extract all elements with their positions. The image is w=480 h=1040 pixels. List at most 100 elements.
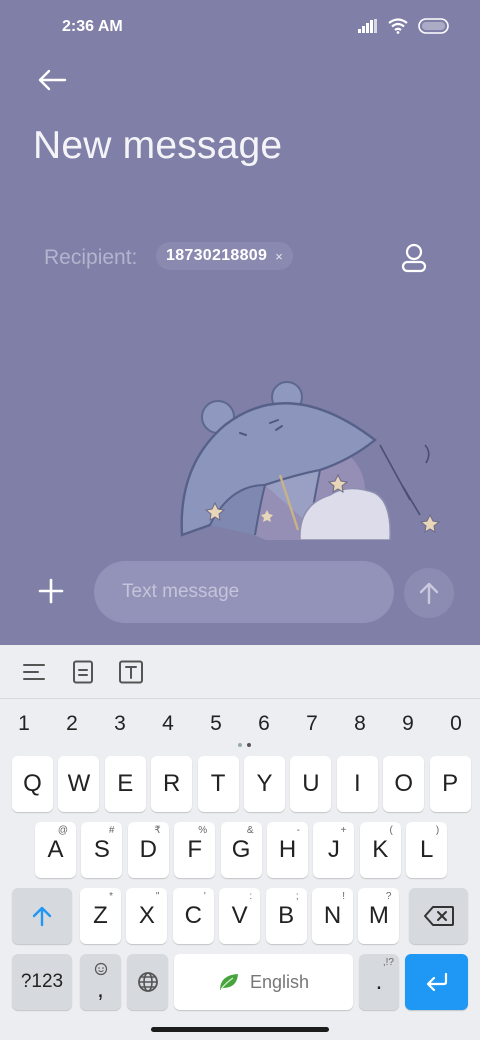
backspace-icon xyxy=(423,906,454,926)
key-a[interactable]: @ A xyxy=(35,822,76,878)
key-hint: : xyxy=(249,891,253,902)
empty-state-illustration xyxy=(180,381,441,540)
key-z[interactable]: * Z xyxy=(80,888,121,944)
number-key[interactable]: 8 xyxy=(340,708,380,740)
key-k[interactable]: (K xyxy=(359,822,401,878)
key-x[interactable]: " X xyxy=(126,888,168,944)
contact-icon xyxy=(401,243,427,273)
comma-label: , xyxy=(97,976,104,1003)
compose-bar xyxy=(0,560,480,626)
key-j[interactable]: + J xyxy=(313,822,355,878)
key-l[interactable]: ) L xyxy=(406,822,448,878)
language-key[interactable] xyxy=(127,954,168,1010)
key-hint: ! xyxy=(342,891,345,902)
number-key[interactable]: 4 xyxy=(148,708,188,740)
comma-emoji-key[interactable]: , xyxy=(80,954,121,1010)
key-d[interactable]: ₹ D xyxy=(127,822,169,878)
number-key[interactable]: 9 xyxy=(388,708,428,740)
chip-remove-icon[interactable]: × xyxy=(275,249,283,264)
key-t[interactable]: T xyxy=(197,756,239,812)
key-s[interactable]: # S xyxy=(81,822,123,878)
page-dots xyxy=(238,743,251,747)
number-key[interactable]: 3 xyxy=(100,708,140,740)
key-m[interactable]: ? M xyxy=(358,888,400,944)
key-label: H xyxy=(278,836,297,863)
number-key[interactable]: 0 xyxy=(436,708,476,740)
key-c[interactable]: ' C xyxy=(172,888,214,944)
key-label: B xyxy=(278,902,295,929)
backspace-key[interactable] xyxy=(409,888,468,944)
key-y[interactable]: Y xyxy=(244,756,285,812)
key-hint: @ xyxy=(57,825,68,836)
key-hint: ; xyxy=(295,891,299,902)
key-hint: ) xyxy=(435,825,440,836)
key-label: Y xyxy=(256,770,273,797)
recipient-chip[interactable]: 18730218809 × xyxy=(156,242,293,270)
key-hint: ' xyxy=(203,891,206,902)
number-key[interactable]: 7 xyxy=(292,708,332,740)
enter-key[interactable] xyxy=(405,954,468,1010)
home-indicator[interactable] xyxy=(151,1027,329,1032)
key-g[interactable]: & G xyxy=(220,822,262,878)
menu-lines-icon[interactable] xyxy=(22,660,48,684)
key-label: E xyxy=(117,770,134,797)
attach-button[interactable] xyxy=(34,574,68,608)
key-q[interactable]: Q xyxy=(12,756,53,812)
keyboard-toolbar xyxy=(0,645,480,699)
key-f[interactable]: % F xyxy=(174,822,216,878)
number-key[interactable]: 6 xyxy=(244,708,284,740)
key-label: P xyxy=(442,770,459,797)
shift-key[interactable] xyxy=(12,888,72,944)
key-hint: " xyxy=(155,891,160,902)
battery-icon xyxy=(418,18,449,34)
page-dot xyxy=(238,743,242,747)
status-time: 2:36 AM xyxy=(62,18,123,35)
key-h[interactable]: -H xyxy=(267,822,308,878)
recipient-label: Recipient: xyxy=(44,246,138,269)
key-r[interactable]: R xyxy=(151,756,193,812)
keyboard: 1234567890 QWERTYUIOP @ A # S ₹ D% F & G - H + J(K) L… xyxy=(0,700,480,1020)
key-label: X xyxy=(138,902,155,929)
number-row: 1234567890 xyxy=(0,708,480,740)
key-w[interactable]: W xyxy=(58,756,100,812)
key-hint: # xyxy=(108,825,115,836)
key-label: T xyxy=(210,770,226,797)
key-n[interactable]: ! N xyxy=(312,888,353,944)
key-label: G xyxy=(231,836,251,863)
key-b[interactable]: ; B xyxy=(265,888,307,944)
key-label: V xyxy=(231,902,248,929)
number-key[interactable]: 1 xyxy=(4,708,44,740)
space-key[interactable]: English xyxy=(174,954,353,1010)
text-box-icon[interactable] xyxy=(118,660,144,684)
clipboard-icon[interactable] xyxy=(70,660,96,684)
key-hint: ? xyxy=(385,891,392,902)
key-p[interactable]: P xyxy=(429,756,471,812)
key-e[interactable]: E xyxy=(104,756,146,812)
key-label: N xyxy=(323,902,342,929)
key-label: W xyxy=(67,770,91,797)
messaging-app: 2:36 AM New message Recipient: 187302188… xyxy=(0,0,480,645)
key-hint: & xyxy=(246,825,254,836)
key-i[interactable]: I xyxy=(336,756,378,812)
key-label: L xyxy=(420,836,434,863)
recipient-row: Recipient: 18730218809 × xyxy=(44,240,444,276)
shift-icon xyxy=(32,906,52,927)
key-label: M xyxy=(368,902,389,929)
key-hint: % xyxy=(198,825,208,836)
key-v[interactable]: :V xyxy=(219,888,261,944)
period-key[interactable]: ,!? . xyxy=(359,954,399,1010)
key-o[interactable]: O xyxy=(383,756,425,812)
contact-picker-button[interactable] xyxy=(396,240,432,276)
key-label: R xyxy=(163,770,181,797)
key-label: D xyxy=(139,836,157,863)
key-label: F xyxy=(187,836,203,863)
key-hint: ( xyxy=(389,825,393,836)
wifi-icon xyxy=(388,18,408,34)
back-button[interactable] xyxy=(34,64,70,96)
key-u[interactable]: U xyxy=(290,756,332,812)
send-button[interactable] xyxy=(404,568,454,618)
message-input[interactable] xyxy=(94,561,394,623)
symbols-key[interactable]: ?123 xyxy=(12,954,72,1010)
number-key[interactable]: 5 xyxy=(196,708,236,740)
number-key[interactable]: 2 xyxy=(52,708,92,740)
